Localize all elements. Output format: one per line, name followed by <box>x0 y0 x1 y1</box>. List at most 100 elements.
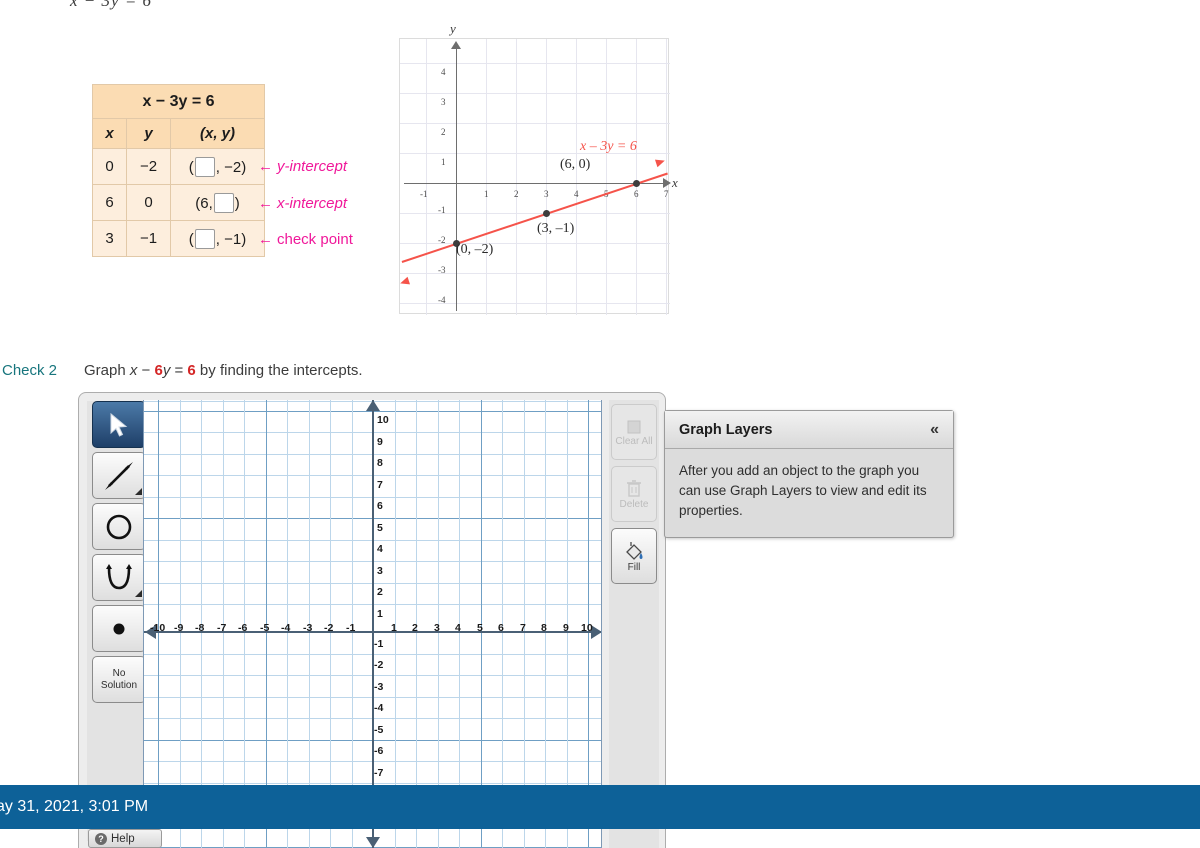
tool-circle-button[interactable] <box>92 503 146 550</box>
x-axis-arrow-icon <box>663 178 671 188</box>
x-tick-label: 7 <box>520 622 526 634</box>
x-tick-label: -8 <box>195 622 205 634</box>
delete-button[interactable]: Delete <box>611 466 657 522</box>
check-prompt-text: Graph x − 6y = 6 by finding the intercep… <box>84 362 363 379</box>
x-tick-label: -1 <box>346 622 356 634</box>
x-tick-label: 6 <box>498 622 504 634</box>
trash-icon <box>627 479 641 497</box>
y-tick-label: -5 <box>374 724 384 736</box>
table-row: 3 −1 (, −1) <box>92 220 265 257</box>
graph-toolbar: No Solution <box>87 401 151 841</box>
tool-no-solution-button[interactable]: No Solution <box>92 656 146 703</box>
tool-pointer-button[interactable] <box>92 401 146 448</box>
tool-line-button[interactable] <box>92 452 146 499</box>
figure-point-label: (3, –1) <box>537 221 575 236</box>
answer-blank[interactable] <box>213 192 234 213</box>
cell-y: −2 <box>126 148 171 185</box>
clear-all-icon <box>627 420 641 433</box>
y-tick-label: 6 <box>377 500 383 512</box>
textbook-figure: x y 4 3 2 1 -1 -2 -3 -4 -1 1 2 3 4 5 6 7… <box>398 21 678 315</box>
y-tick-label: -6 <box>374 745 384 757</box>
x-tick-label: -10 <box>150 622 166 634</box>
y-tick-label: -4 <box>374 702 384 714</box>
left-arrow-icon: ← <box>258 158 273 175</box>
annotation-check-point: ← check point <box>258 231 353 248</box>
collapse-chevron-icon[interactable]: « <box>930 421 939 439</box>
annotation-x-intercept: ← x-intercept <box>258 195 347 212</box>
figure-x-tick: 2 <box>514 189 519 199</box>
answer-blank[interactable] <box>194 156 215 177</box>
figure-x-tick: 3 <box>544 189 549 199</box>
cell-x: 6 <box>92 184 127 221</box>
x-tick-label: 10 <box>581 622 593 634</box>
x-tick-label: -9 <box>174 622 184 634</box>
help-button[interactable]: ? Help <box>88 829 162 848</box>
annotation-label: y-intercept <box>277 158 348 175</box>
figure-point-label: (6, 0) <box>560 157 591 172</box>
y-tick-label: 5 <box>377 522 383 534</box>
pointer-icon <box>110 412 128 437</box>
graph-layers-panel: Graph Layers « After you add an object t… <box>664 410 954 538</box>
check-label: Check 2 <box>2 362 58 379</box>
figure-y-tick: -2 <box>438 235 446 245</box>
paint-bucket-icon <box>626 541 643 560</box>
tool-parabola-button[interactable] <box>92 554 146 601</box>
clear-all-button[interactable]: Clear All <box>611 404 657 460</box>
prompt-rhs: 6 <box>187 362 196 379</box>
y-tick-label: -3 <box>374 681 384 693</box>
y-axis-down-arrow-icon <box>366 837 380 848</box>
annotation-y-intercept: ← y-intercept <box>258 158 347 175</box>
status-timestamp: ay 31, 2021, 3:01 PM <box>0 798 149 815</box>
figure-y-tick: 3 <box>441 97 446 107</box>
tool-expand-corner-icon <box>135 590 142 597</box>
y-tick-label: 8 <box>377 457 383 469</box>
fill-label: Fill <box>627 561 641 573</box>
tool-point-button[interactable] <box>92 605 146 652</box>
y-tick-label: -1 <box>374 638 384 650</box>
x-tick-label: 5 <box>477 622 483 634</box>
cell-y: 0 <box>126 184 171 221</box>
figure-equation-label: x – 3y = 6 <box>580 139 637 154</box>
pair-suffix: , −2) <box>215 158 247 176</box>
y-axis <box>372 400 374 848</box>
figure-y-tick: -1 <box>438 205 446 215</box>
no-solution-label: No Solution <box>100 667 138 691</box>
figure-x-tick: 6 <box>634 189 639 199</box>
delete-label: Delete <box>619 498 649 510</box>
x-tick-label: -6 <box>238 622 248 634</box>
y-tick-label: 2 <box>377 586 383 598</box>
prompt-before: Graph <box>84 362 130 379</box>
table-header-xy: (x, y) <box>170 118 265 149</box>
fill-button[interactable]: Fill <box>611 528 657 584</box>
prompt-coef: 6 <box>154 362 163 379</box>
pair-suffix: , −1) <box>215 230 247 248</box>
circle-icon <box>106 514 132 539</box>
table-row: 0 −2 ( , −2) <box>92 148 265 185</box>
x-tick-label: 1 <box>391 622 397 634</box>
figure-point-label: (0, –2) <box>456 242 494 257</box>
answer-blank[interactable] <box>194 228 215 249</box>
prompt-minus: − <box>137 362 155 379</box>
x-tick-label: 2 <box>412 622 418 634</box>
y-tick-label: 7 <box>377 479 383 491</box>
table-header-x: x <box>92 118 127 149</box>
pair-suffix: ) <box>234 194 240 212</box>
figure-y-tick: 2 <box>441 127 446 137</box>
left-arrow-icon: ← <box>258 195 273 212</box>
y-axis-up-arrow-icon <box>366 400 380 411</box>
tool-expand-corner-icon <box>135 488 142 495</box>
graph-canvas[interactable]: -10 -9 -8 -7 -6 -5 -4 -3 -2 -1 1 2 3 4 5… <box>143 400 602 848</box>
figure-point-dot <box>632 179 640 187</box>
annotation-label: check point <box>277 231 353 248</box>
graph-actions-panel: Clear All Delete Fill <box>609 400 659 848</box>
pair-prefix: ( <box>188 158 194 176</box>
pair-prefix: (6, <box>195 194 213 212</box>
cell-pair: ( , −2) <box>170 148 265 185</box>
table-row: 6 0 (6,) <box>92 184 265 221</box>
figure-x-axis-name: x <box>672 175 678 190</box>
table-header-y: y <box>126 118 171 149</box>
y-tick-label: 1 <box>377 608 383 620</box>
example-table: x − 3y = 6 x y (x, y) 0 −2 (, −2) 6 0 (6… <box>92 84 265 257</box>
annotation-label: x-intercept <box>277 195 348 212</box>
cell-x: 0 <box>92 148 127 185</box>
